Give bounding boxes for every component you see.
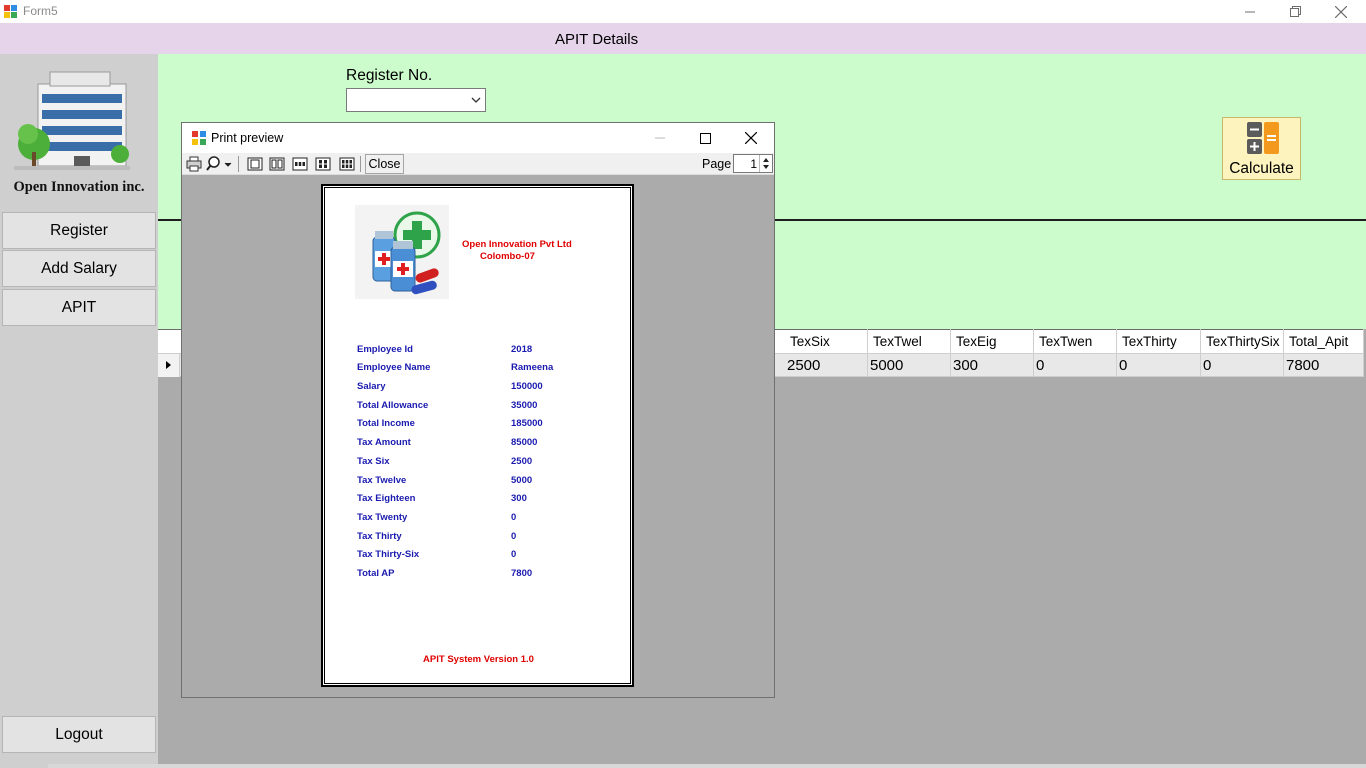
column-header-texsix[interactable]: TexSix	[785, 329, 868, 354]
register-no-combobox[interactable]	[346, 88, 486, 112]
toolbar-separator	[238, 156, 239, 172]
register-no-label: Register No.	[346, 67, 433, 84]
preview-page: Open Innovation Pvt Ltd Colombo-07 Emplo…	[321, 184, 634, 687]
report-value: 0	[511, 531, 517, 542]
report-label: Tax Eighteen	[357, 493, 416, 504]
two-pages-icon[interactable]	[269, 156, 285, 172]
report-label: Total Allowance	[357, 400, 429, 411]
page-number-stepper[interactable]: 1	[733, 154, 773, 173]
report-label: Employee Name	[357, 362, 431, 373]
report-company-city: Colombo-07	[480, 251, 535, 262]
page-number-value: 1	[750, 157, 757, 171]
preview-page-border: Open Innovation Pvt Ltd Colombo-07 Emplo…	[324, 187, 631, 684]
print-icon[interactable]	[186, 156, 202, 172]
one-page-icon[interactable]	[247, 156, 263, 172]
header-band: APIT Details	[0, 23, 1366, 54]
current-row-arrow-icon	[166, 361, 171, 369]
column-header-texthirtysix[interactable]: TexThirtySix	[1201, 329, 1284, 354]
column-header-texeig[interactable]: TexEig	[951, 329, 1034, 354]
grid-cell[interactable]: 5000	[865, 354, 951, 377]
report-value: 5000	[511, 475, 533, 486]
restore-button[interactable]	[1272, 0, 1318, 23]
report-label: Tax Amount	[357, 437, 411, 448]
grid-cell[interactable]: 2500	[782, 354, 868, 377]
page-title: APIT Details	[555, 31, 639, 48]
report-company-name: Open Innovation Pvt Ltd	[462, 239, 572, 250]
horizontal-scrollbar[interactable]	[48, 764, 1366, 768]
toolbar-separator	[360, 156, 361, 172]
report-label: Total Income	[357, 418, 415, 429]
print-preview-close-button[interactable]: Close	[365, 154, 404, 174]
grid-cell[interactable]: 0	[1198, 354, 1284, 377]
print-preview-dialog: Print preview Close Page 1 Open Innovati…	[181, 122, 775, 698]
grid-cell[interactable]: 0	[1031, 354, 1117, 377]
window-title: Form5	[23, 4, 58, 18]
three-pages-icon[interactable]	[292, 156, 308, 172]
grid-cell[interactable]: 0	[1114, 354, 1201, 377]
four-pages-icon[interactable]	[315, 156, 331, 172]
report-footer: APIT System Version 1.0	[423, 654, 534, 665]
report-value: 7800	[511, 568, 533, 579]
logout-button[interactable]: Logout	[2, 716, 156, 753]
report-value: 185000	[511, 418, 543, 429]
maximize-icon	[699, 132, 711, 144]
chevron-down-icon	[471, 97, 481, 103]
window-titlebar: Form5	[0, 0, 1366, 23]
company-name: Open Innovation inc.	[13, 179, 145, 195]
add-salary-nav-button[interactable]: Add Salary	[2, 250, 156, 287]
page-stepper-buttons[interactable]	[759, 155, 772, 172]
report-label: Tax Twelve	[357, 475, 407, 486]
app-icon	[4, 5, 17, 18]
pp-close-button[interactable]	[728, 123, 774, 153]
calculate-button[interactable]: Calculate	[1222, 117, 1301, 180]
register-nav-button[interactable]: Register	[2, 212, 156, 249]
report-value: 150000	[511, 381, 543, 392]
column-header-total-apit[interactable]: Total_Apit	[1284, 329, 1364, 354]
report-label: Salary	[357, 381, 386, 392]
report-label: Tax Six	[357, 456, 390, 467]
report-value: 85000	[511, 437, 538, 448]
report-value: 300	[511, 493, 527, 504]
minimize-icon	[655, 137, 665, 139]
report-value: 2018	[511, 344, 533, 355]
calculator-icon	[1247, 122, 1279, 154]
column-header-texthirty[interactable]: TexThirty	[1117, 329, 1201, 354]
restore-icon	[1289, 6, 1301, 17]
grid-cell[interactable]: 300	[948, 354, 1034, 377]
column-header-textwel[interactable]: TexTwel	[868, 329, 951, 354]
six-pages-icon[interactable]	[339, 156, 355, 172]
column-header-textwen[interactable]: TexTwen	[1034, 329, 1117, 354]
apit-nav-button[interactable]: APIT	[2, 289, 156, 326]
close-icon	[1335, 5, 1347, 18]
report-value: 2500	[511, 456, 533, 467]
report-value: 0	[511, 512, 517, 523]
report-label: Employee Id	[357, 344, 413, 355]
grid-cell[interactable]: 7800	[1281, 354, 1364, 377]
report-value: Rameena	[511, 362, 554, 373]
pp-maximize-button[interactable]	[682, 123, 728, 153]
calculate-label: Calculate	[1229, 160, 1294, 177]
close-icon	[745, 132, 757, 144]
report-value: 35000	[511, 400, 538, 411]
sidebar: Open Innovation inc.	[0, 54, 158, 768]
pp-minimize-button[interactable]	[637, 123, 683, 153]
page-label: Page	[702, 157, 732, 171]
report-label: Tax Thirty-Six	[357, 549, 420, 560]
stepper-arrows-icon	[763, 158, 769, 169]
close-window-button[interactable]	[1318, 0, 1364, 23]
report-label: Tax Twenty	[357, 512, 408, 523]
minimize-button[interactable]	[1227, 0, 1273, 23]
report-value: 0	[511, 549, 517, 560]
medicine-bottles-logo	[355, 205, 449, 299]
print-preview-titlebar: Print preview	[182, 123, 774, 153]
row-selector[interactable]	[158, 354, 180, 377]
print-preview-toolbar: Close Page 1	[182, 153, 774, 175]
print-preview-app-icon	[192, 131, 206, 145]
report-label: Tax Thirty	[357, 531, 402, 542]
minimize-icon	[1245, 11, 1255, 12]
report-label: Total AP	[357, 568, 395, 579]
zoom-icon[interactable]	[206, 156, 232, 172]
print-preview-title: Print preview	[211, 131, 284, 145]
company-building-logo	[14, 71, 130, 170]
